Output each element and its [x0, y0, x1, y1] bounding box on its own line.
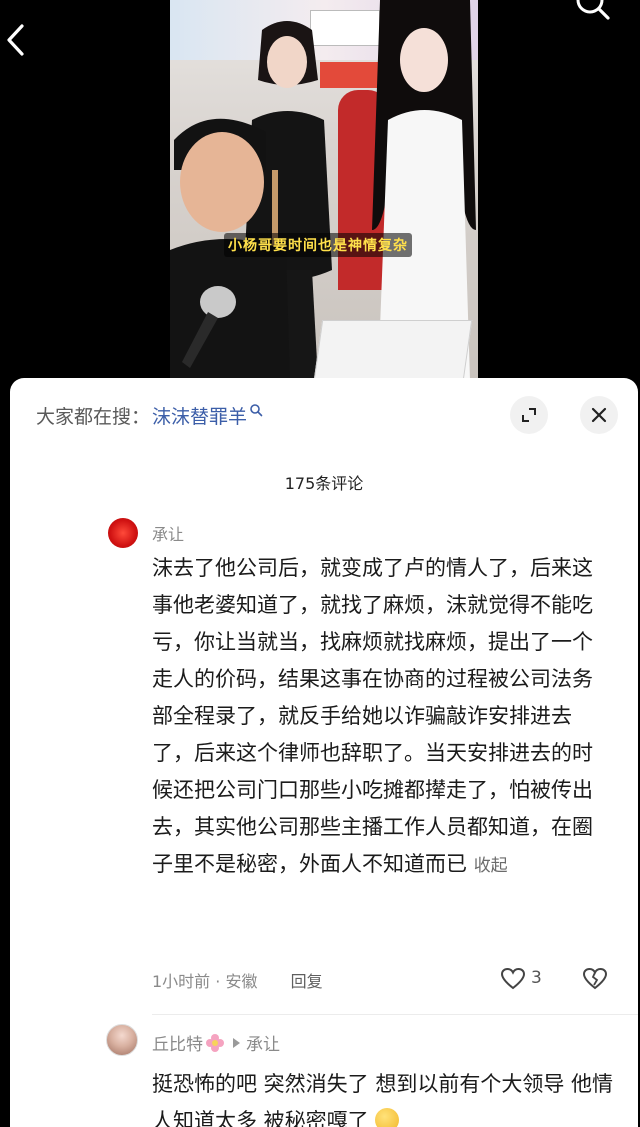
- comment-count: 175条评论: [284, 474, 364, 493]
- video-player[interactable]: 小杨哥要时间也是神情复杂: [0, 0, 640, 380]
- broken-heart-icon[interactable]: [582, 967, 608, 991]
- reply-button[interactable]: 回复: [291, 972, 323, 991]
- microphone-icon: [182, 286, 236, 368]
- comment-author-row: 丘比特 承让: [152, 1030, 280, 1055]
- avatar[interactable]: [108, 518, 138, 548]
- comment-meta: 1小时前 · 安徽 回复: [152, 968, 323, 992]
- close-icon: [591, 407, 607, 423]
- comment-text: 挺恐怖的吧 突然消失了 想到以前有个大领导 他情人知道太多 被秘密嘎了: [152, 1066, 622, 1127]
- flower-emoji-icon: [206, 1033, 224, 1052]
- expand-icon: [522, 408, 536, 422]
- comment-divider: [152, 1014, 638, 1015]
- video-frame[interactable]: 小杨哥要时间也是神情复杂: [170, 0, 478, 380]
- comment-time: 1小时前: [152, 972, 211, 991]
- expand-button[interactable]: [510, 396, 548, 434]
- white-box: [313, 320, 473, 380]
- smiling-emoji-icon: [375, 1108, 400, 1127]
- comment-author[interactable]: 丘比特: [152, 1030, 203, 1055]
- comment-body: 沫去了他公司后，就变成了卢的情人了，后来这事他老婆知道了，就找了麻烦，沫就觉得不…: [152, 556, 593, 876]
- comments-sheet: 大家都在搜： 沫沫替罪羊 175条评论 承让 沫去了他公司后，就变成了卢的情人了…: [10, 378, 638, 1127]
- collapse-link[interactable]: 收起: [474, 856, 508, 876]
- close-button[interactable]: [580, 396, 618, 434]
- trending-search[interactable]: 大家都在搜： 沫沫替罪羊: [36, 400, 263, 430]
- avatar[interactable]: [106, 1024, 138, 1056]
- trending-search-label: 大家都在搜：: [36, 405, 151, 428]
- search-icon[interactable]: [572, 0, 614, 26]
- meta-separator: ·: [215, 972, 226, 991]
- video-subtitle: 小杨哥要时间也是神情复杂: [224, 233, 412, 257]
- app-root: 小杨哥要时间也是神情复杂 大家都在搜： 沫沫替罪羊 175条评论 承让 沫去了他…: [0, 0, 640, 1127]
- comment-author[interactable]: 承让: [152, 521, 184, 545]
- reply-to-author[interactable]: 承让: [246, 1030, 280, 1055]
- trending-search-term[interactable]: 沫沫替罪羊: [152, 402, 247, 429]
- comment-text: 沫去了他公司后，就变成了卢的情人了，后来这事他老婆知道了，就找了麻烦，沫就觉得不…: [152, 550, 612, 885]
- search-small-icon: [250, 404, 263, 417]
- comment-location: 安徽: [225, 972, 258, 991]
- reply-arrow-icon: [233, 1037, 240, 1048]
- like-count: 3: [531, 968, 542, 988]
- heart-icon[interactable]: [500, 967, 526, 991]
- chevron-left-icon[interactable]: [4, 22, 28, 58]
